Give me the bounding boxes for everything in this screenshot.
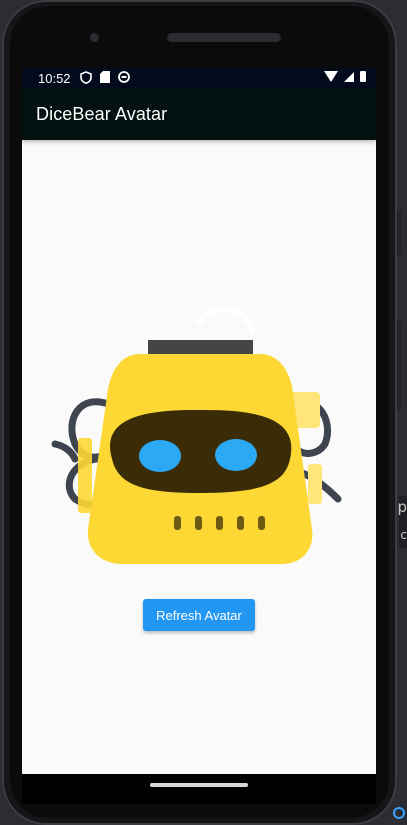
avatar-face bbox=[110, 409, 292, 493]
avatar-left-ear bbox=[78, 438, 92, 513]
app-bar: DiceBear Avatar bbox=[22, 89, 376, 140]
shield-icon bbox=[80, 71, 92, 84]
signal-icon bbox=[344, 71, 354, 82]
volume-button[interactable] bbox=[397, 210, 401, 256]
background-text-top: p bbox=[397, 498, 407, 516]
robot-avatar bbox=[51, 306, 342, 564]
wifi-icon bbox=[324, 71, 338, 82]
system-icons bbox=[324, 71, 366, 82]
status-time: 10:52 bbox=[38, 71, 71, 86]
avatar-antenna bbox=[195, 306, 256, 335]
battery-icon bbox=[360, 71, 366, 82]
earpiece-speaker bbox=[167, 33, 281, 42]
background-text-bottom: c bbox=[400, 528, 407, 542]
avatar-left-eye bbox=[139, 440, 181, 472]
app-screen: 10:52 DiceBear Avatar Refresh Avatar bbox=[22, 68, 376, 774]
home-gesture-handle[interactable] bbox=[150, 783, 248, 787]
avatar-top-bar bbox=[148, 340, 253, 356]
app-title: DiceBear Avatar bbox=[36, 104, 168, 124]
navigation-bar bbox=[22, 774, 376, 804]
avatar-right-ear-bottom bbox=[308, 464, 322, 504]
power-button[interactable] bbox=[397, 320, 401, 410]
refresh-avatar-button[interactable]: Refresh Avatar bbox=[143, 599, 255, 631]
notification-icons bbox=[80, 71, 130, 84]
status-bar: 10:52 bbox=[22, 68, 376, 89]
sd-card-icon bbox=[100, 71, 110, 83]
avatar-right-eye bbox=[215, 439, 257, 471]
front-camera bbox=[90, 33, 99, 42]
sync-icon bbox=[118, 71, 130, 83]
background-status-icon bbox=[393, 807, 405, 819]
